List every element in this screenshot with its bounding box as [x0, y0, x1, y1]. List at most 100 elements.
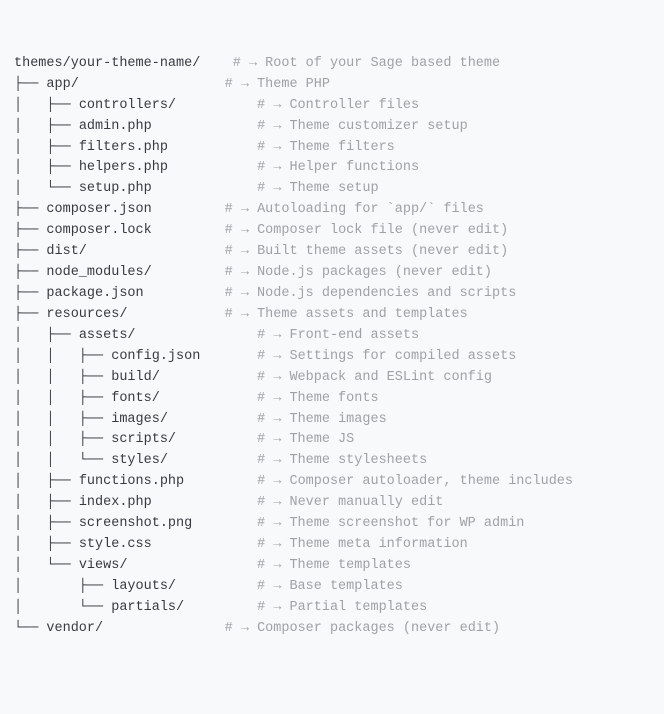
tree-branch: │ │ ├── — [14, 370, 111, 385]
tree-row: │ │ └── styles/ # → Theme stylesheets — [14, 451, 650, 472]
tree-branch: └── — [14, 621, 46, 636]
padding — [168, 412, 257, 427]
tree-row: │ ├── filters.php # → Theme filters — [14, 138, 650, 159]
arrow-icon: → — [273, 558, 289, 573]
tree-row: │ ├── admin.php # → Theme customizer set… — [14, 117, 650, 138]
file-name: images/ — [111, 412, 168, 427]
tree-row: ├── composer.lock # → Composer lock file… — [14, 221, 650, 242]
tree-row: │ │ ├── build/ # → Webpack and ESLint co… — [14, 368, 650, 389]
arrow-icon: → — [273, 412, 289, 427]
file-name: styles/ — [111, 453, 168, 468]
padding — [168, 140, 257, 155]
padding — [200, 56, 232, 71]
tree-row: │ ├── functions.php # → Composer autoloa… — [14, 472, 650, 493]
padding — [127, 558, 257, 573]
file-name: admin.php — [79, 119, 152, 134]
tree-row: themes/your-theme-name/ # → Root of your… — [14, 54, 650, 75]
tree-branch: │ ├── — [14, 537, 79, 552]
description: Composer packages (never edit) — [257, 621, 500, 636]
description: Theme PHP — [257, 77, 330, 92]
arrow-icon: → — [241, 223, 257, 238]
file-name: helpers.php — [79, 160, 168, 175]
description: Never manually edit — [289, 495, 443, 510]
tree-row: ├── dist/ # → Built theme assets (never … — [14, 242, 650, 263]
file-name: controllers/ — [79, 98, 176, 113]
tree-branch: │ ├── — [14, 98, 79, 113]
tree-row: │ ├── assets/ # → Front-end assets — [14, 326, 650, 347]
comment-hash: # — [233, 56, 249, 71]
description: Composer autoloader, theme includes — [289, 474, 573, 489]
arrow-icon: → — [273, 140, 289, 155]
tree-branch: │ ├── — [14, 328, 79, 343]
tree-row: │ │ ├── config.json # → Settings for com… — [14, 347, 650, 368]
arrow-icon: → — [249, 56, 265, 71]
file-name: functions.php — [79, 474, 184, 489]
file-name: fonts/ — [111, 391, 160, 406]
description: Root of your Sage based theme — [265, 56, 500, 71]
tree-branch: │ ├── — [14, 160, 79, 175]
comment-hash: # — [257, 579, 273, 594]
arrow-icon: → — [273, 432, 289, 447]
comment-hash: # — [257, 181, 273, 196]
comment-hash: # — [257, 516, 273, 531]
description: Helper functions — [289, 160, 419, 175]
tree-row: │ ├── index.php # → Never manually edit — [14, 493, 650, 514]
padding — [136, 328, 258, 343]
tree-row: │ ├── style.css # → Theme meta informati… — [14, 535, 650, 556]
comment-hash: # — [257, 140, 273, 155]
tree-row: │ └── views/ # → Theme templates — [14, 556, 650, 577]
arrow-icon: → — [273, 160, 289, 175]
tree-row: │ ├── helpers.php # → Helper functions — [14, 158, 650, 179]
comment-hash: # — [257, 474, 273, 489]
file-name: build/ — [111, 370, 160, 385]
tree-row: │ ├── controllers/ # → Controller files — [14, 96, 650, 117]
tree-branch: │ │ └── — [14, 453, 111, 468]
file-tree-listing: themes/your-theme-name/ # → Root of your… — [14, 54, 650, 640]
description: Theme fonts — [289, 391, 378, 406]
tree-branch: │ │ ├── — [14, 349, 111, 364]
arrow-icon: → — [273, 328, 289, 343]
comment-hash: # — [257, 328, 273, 343]
comment-hash: # — [257, 432, 273, 447]
padding — [168, 453, 257, 468]
padding — [79, 77, 225, 92]
comment-hash: # — [257, 412, 273, 427]
arrow-icon: → — [241, 77, 257, 92]
comment-hash: # — [257, 160, 273, 175]
description: Theme templates — [289, 558, 411, 573]
padding — [152, 223, 225, 238]
description: Theme filters — [289, 140, 394, 155]
tree-branch: ├── — [14, 202, 46, 217]
inline-code: `app/` — [387, 202, 436, 217]
description: Theme meta information — [289, 537, 467, 552]
arrow-icon: → — [241, 621, 257, 636]
tree-branch: │ │ ├── — [14, 391, 111, 406]
padding — [87, 244, 225, 259]
comment-hash: # — [257, 537, 273, 552]
comment-hash: # — [225, 223, 241, 238]
arrow-icon: → — [241, 307, 257, 322]
arrow-icon: → — [273, 181, 289, 196]
comment-hash: # — [257, 453, 273, 468]
tree-row: └── vendor/ # → Composer packages (never… — [14, 619, 650, 640]
description: Settings for compiled assets — [289, 349, 516, 364]
padding — [152, 119, 257, 134]
arrow-icon: → — [273, 579, 289, 594]
file-name: scripts/ — [111, 432, 176, 447]
tree-row: │ └── partials/ # → Partial templates — [14, 598, 650, 619]
file-name: config.json — [111, 349, 200, 364]
comment-hash: # — [257, 600, 273, 615]
file-name: index.php — [79, 495, 152, 510]
file-name: app/ — [46, 77, 78, 92]
description: Built theme assets (never edit) — [257, 244, 508, 259]
comment-hash: # — [225, 77, 241, 92]
tree-row: │ │ ├── images/ # → Theme images — [14, 410, 650, 431]
file-name: views/ — [79, 558, 128, 573]
arrow-icon: → — [273, 474, 289, 489]
tree-branch: │ ├── — [14, 140, 79, 155]
file-name: filters.php — [79, 140, 168, 155]
description: Node.js dependencies and scripts — [257, 286, 516, 301]
tree-branch: │ │ ├── — [14, 412, 111, 427]
padding — [160, 391, 257, 406]
file-name: composer.json — [46, 202, 151, 217]
